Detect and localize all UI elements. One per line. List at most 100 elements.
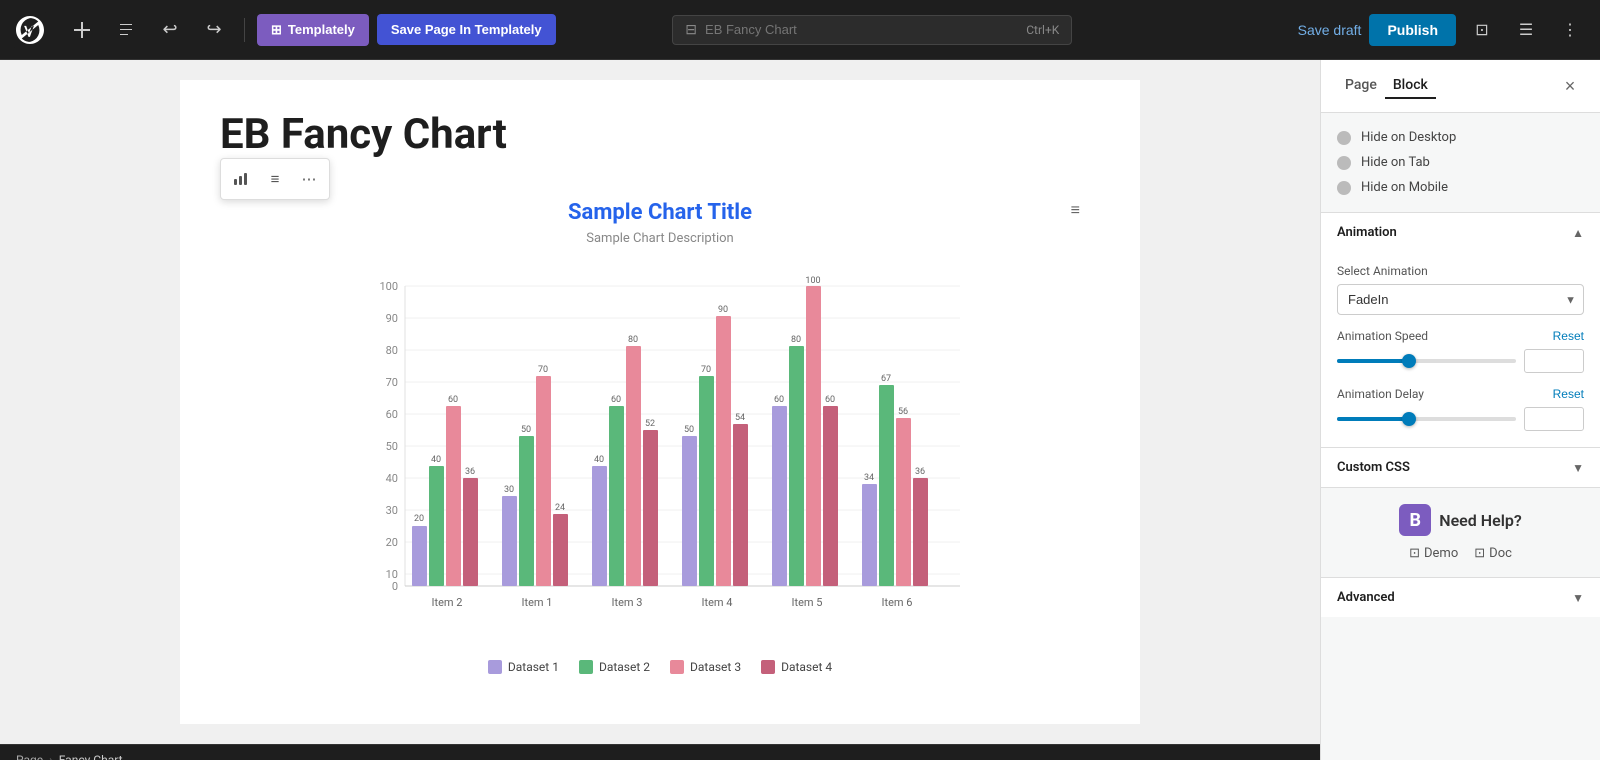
panel-body: Hide on Desktop Hide on Tab Hide on Mobi… (1321, 113, 1600, 760)
top-toolbar: ↩ ↪ ⊞ Templately Save Page In Templately… (0, 0, 1600, 60)
legend-color-1 (488, 660, 502, 674)
add-block-button[interactable] (64, 12, 100, 48)
breadcrumb-separator: › (49, 753, 53, 760)
svg-text:90: 90 (386, 312, 398, 325)
custom-css-header[interactable]: Custom CSS ▼ (1321, 448, 1600, 487)
svg-text:Item 3: Item 3 (612, 596, 643, 609)
svg-text:Item 6: Item 6 (882, 596, 913, 609)
animation-select[interactable]: FadeIn FadeOut SlideIn Bounce (1337, 284, 1584, 315)
speed-input[interactable] (1524, 349, 1584, 373)
search-input[interactable] (705, 22, 1018, 37)
radio-hide-mobile[interactable] (1337, 181, 1351, 195)
tab-page[interactable]: Page (1337, 73, 1385, 99)
visibility-hide-tab: Hide on Tab (1337, 150, 1584, 175)
delay-slider-row (1337, 407, 1584, 431)
advanced-section-header[interactable]: Advanced ▼ (1321, 578, 1600, 617)
demo-icon: ⊡ (1409, 546, 1420, 561)
hide-tab-label: Hide on Tab (1361, 155, 1430, 170)
svg-text:36: 36 (465, 467, 475, 477)
panel-close-button[interactable]: × (1556, 72, 1584, 100)
save-draft-button[interactable]: Save draft (1298, 22, 1362, 38)
demo-label: Demo (1424, 546, 1458, 561)
delay-slider-thumb[interactable] (1402, 412, 1416, 426)
svg-text:50: 50 (386, 440, 398, 453)
svg-text:50: 50 (521, 425, 531, 435)
publish-button[interactable]: Publish (1369, 14, 1456, 46)
breadcrumb-current: Fancy Chart (59, 753, 123, 760)
page-title: EB Fancy Chart (220, 110, 1100, 160)
svg-text:80: 80 (386, 344, 398, 357)
legend-color-3 (670, 660, 684, 674)
editor-icon-button[interactable]: ⊡ (1464, 12, 1500, 48)
save-page-templately-button[interactable]: Save Page In Templately (377, 14, 556, 45)
wordpress-logo[interactable] (12, 12, 48, 48)
undo-button[interactable]: ↩ (152, 12, 188, 48)
more-options-button[interactable]: ⋮ (1552, 12, 1588, 48)
radio-hide-desktop[interactable] (1337, 131, 1351, 145)
delay-reset-button[interactable]: Reset (1553, 387, 1584, 401)
doc-icon: ⊡ (1474, 546, 1485, 561)
svg-text:90: 90 (718, 305, 728, 315)
svg-text:80: 80 (628, 335, 638, 345)
svg-text:20: 20 (386, 536, 398, 549)
svg-text:Item 5: Item 5 (792, 596, 823, 609)
animation-section: Animation ▲ Select Animation FadeIn Fade… (1321, 213, 1600, 448)
save-templately-label: Save Page In Templately (391, 22, 542, 37)
speed-slider-thumb[interactable] (1402, 354, 1416, 368)
demo-link[interactable]: ⊡ Demo (1409, 546, 1458, 561)
speed-slider-row (1337, 349, 1584, 373)
svg-text:30: 30 (504, 485, 514, 495)
svg-text:60: 60 (774, 395, 784, 405)
svg-text:60: 60 (611, 395, 621, 405)
svg-text:70: 70 (701, 365, 711, 375)
tools-button[interactable] (108, 12, 144, 48)
settings-button[interactable]: ☰ (1508, 12, 1544, 48)
chart-description: Sample Chart Description (240, 231, 1080, 246)
main-layout: EB Fancy Chart ≡ ⋯ ≡ Sample Chart Title … (0, 60, 1600, 760)
radio-hide-tab[interactable] (1337, 156, 1351, 170)
svg-text:80: 80 (791, 335, 801, 345)
chart-legend: Dataset 1 Dataset 2 Dataset 3 Dataset 4 (240, 660, 1080, 674)
delay-slider-fill (1337, 417, 1409, 421)
speed-field: Animation Speed Reset (1337, 329, 1584, 373)
search-bar: ⊟ Ctrl+K (672, 15, 1072, 45)
doc-link[interactable]: ⊡ Doc (1474, 546, 1512, 561)
animation-section-header[interactable]: Animation ▲ (1321, 213, 1600, 252)
svg-text:Item 2: Item 2 (432, 596, 463, 609)
svg-text:40: 40 (386, 472, 398, 485)
hide-mobile-label: Hide on Mobile (1361, 180, 1448, 195)
breadcrumb-page[interactable]: Page (16, 753, 43, 760)
speed-reset-button[interactable]: Reset (1553, 329, 1584, 343)
search-icon: ⊟ (685, 22, 697, 38)
tab-block[interactable]: Block (1385, 73, 1436, 99)
chart-menu-icon[interactable]: ≡ (1071, 200, 1080, 220)
need-help-title: Need Help? (1439, 511, 1522, 530)
svg-text:40: 40 (594, 455, 604, 465)
visibility-section: Hide on Desktop Hide on Tab Hide on Mobi… (1321, 113, 1600, 213)
breadcrumb: Page › Fancy Chart (0, 744, 1320, 760)
need-help-icon: B (1399, 504, 1431, 536)
legend-dataset2: Dataset 2 (579, 660, 650, 674)
delay-label: Animation Delay (1337, 387, 1424, 401)
svg-text:0: 0 (392, 580, 398, 593)
templately-button[interactable]: ⊞ Templately (257, 14, 369, 46)
need-help-section: B Need Help? ⊡ Demo ⊡ Doc (1321, 488, 1600, 578)
redo-button[interactable]: ↪ (196, 12, 232, 48)
svg-text:56: 56 (898, 407, 908, 417)
editor-area: EB Fancy Chart ≡ ⋯ ≡ Sample Chart Title … (0, 60, 1320, 760)
speed-label: Animation Speed (1337, 329, 1428, 343)
svg-text:100: 100 (379, 280, 398, 293)
legend-label-2: Dataset 2 (599, 660, 650, 674)
speed-slider-fill (1337, 359, 1409, 363)
chart-title: Sample Chart Title (240, 200, 1080, 225)
delay-slider-track (1337, 417, 1516, 421)
svg-text:60: 60 (386, 408, 398, 421)
svg-text:Item 1: Item 1 (522, 596, 553, 609)
hide-desktop-label: Hide on Desktop (1361, 130, 1456, 145)
select-animation-label: Select Animation (1337, 264, 1584, 278)
delay-input[interactable] (1524, 407, 1584, 431)
delay-field: Animation Delay Reset (1337, 387, 1584, 431)
animation-toggle-icon: ▲ (1572, 226, 1584, 240)
custom-css-section: Custom CSS ▼ (1321, 448, 1600, 488)
custom-css-title: Custom CSS (1337, 460, 1410, 475)
